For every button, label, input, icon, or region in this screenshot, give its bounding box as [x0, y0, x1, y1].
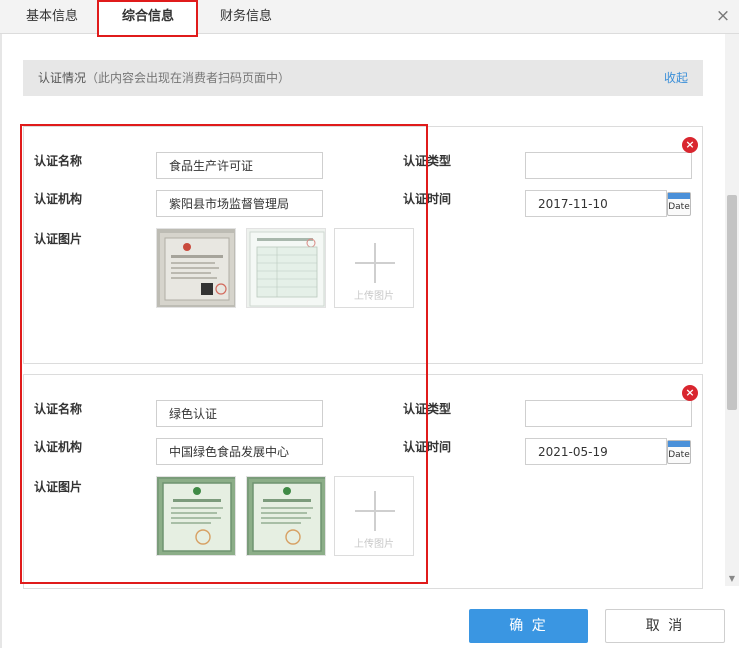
- cert-type-input[interactable]: [525, 152, 692, 179]
- section-header: 认证情况（此内容会出现在消费者扫码页面中） 收起: [23, 60, 703, 96]
- scrollbar-thumb[interactable]: [727, 195, 737, 410]
- collapse-link[interactable]: 收起: [664, 60, 688, 96]
- calendar-icon[interactable]: Date: [667, 192, 691, 216]
- tab-financial-info[interactable]: 财务信息: [198, 0, 294, 34]
- delete-card-icon[interactable]: ×: [682, 385, 698, 401]
- cert-date-input[interactable]: [525, 190, 667, 217]
- confirm-button[interactable]: 确 定: [469, 609, 588, 643]
- section-title: 认证情况（此内容会出现在消费者扫码页面中）: [38, 60, 290, 96]
- calendar-icon[interactable]: Date: [667, 440, 691, 464]
- section-note: （此内容会出现在消费者扫码页面中）: [86, 71, 291, 85]
- tab-basic-info[interactable]: 基本信息: [0, 0, 104, 34]
- scroll-down-arrow-icon[interactable]: ▼: [727, 574, 737, 584]
- cert-date-input[interactable]: [525, 438, 667, 465]
- close-icon[interactable]: ×: [713, 6, 733, 26]
- cert-type-input[interactable]: [525, 400, 692, 427]
- dialog-left-edge: [0, 34, 2, 648]
- highlight-outline-fields: [20, 124, 428, 584]
- section-title-text: 认证情况: [38, 71, 87, 85]
- cancel-button[interactable]: 取 消: [605, 609, 725, 643]
- highlight-outline-tab: [97, 0, 198, 37]
- delete-card-icon[interactable]: ×: [682, 137, 698, 153]
